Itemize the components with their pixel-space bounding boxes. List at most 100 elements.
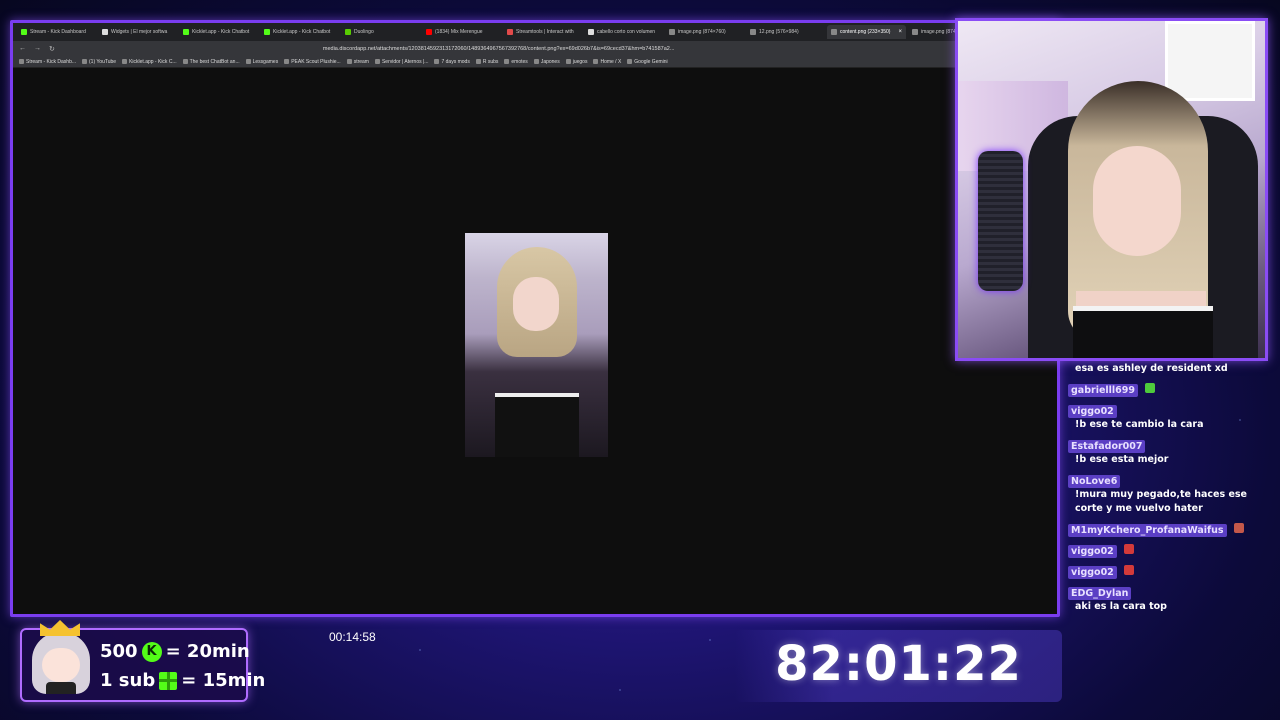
browser-tab[interactable]: 12.png (576×984): [746, 25, 825, 39]
chat-username[interactable]: viggo02: [1068, 566, 1117, 579]
gift-icon: [159, 671, 178, 690]
bookmarks-bar: Stream - Kick Dashb... (1) YouTube Kicklet…: [13, 56, 1057, 68]
forward-icon[interactable]: →: [34, 45, 41, 52]
bookmark-icon: [475, 59, 481, 64]
tab-favicon-icon: [912, 29, 918, 35]
bookmark-item[interactable]: Lessgames: [245, 58, 279, 65]
tab-strip: Stream - Kick Dashboard Widgets | El mejo…: [13, 23, 1057, 41]
bookmark-item[interactable]: Stream - Kick Dashb...: [19, 59, 76, 65]
avatar-body: [46, 682, 76, 694]
bookmark-icon: [82, 59, 88, 64]
address-bar: ← → ↻ media.discordapp.net/attachments/1…: [13, 41, 1057, 56]
bookmark-label: Japones: [540, 58, 560, 65]
bookmark-label: The best ChatBot an...: [189, 58, 240, 65]
bookmark-label: Home / X: [600, 58, 622, 65]
bookmark-item[interactable]: Home / X: [593, 59, 621, 65]
browser-tab[interactable]: cabello corto con volumen: [584, 25, 663, 39]
chat-username[interactable]: EDG_Dylan: [1068, 587, 1132, 600]
bookmark-label: stream: [353, 58, 369, 65]
bookmark-icon: [434, 59, 440, 64]
bookmark-item[interactable]: The best ChatBot an...: [182, 58, 240, 65]
browser-tab[interactable]: Streamtools | Interact with: [503, 25, 582, 39]
chat-message: EDG_Dylan aki es la cara top: [1068, 581, 1278, 614]
chat-panel: esa es ashley de resident xd gabrielll699…: [1068, 362, 1278, 692]
tab-favicon-icon: [507, 29, 513, 35]
tab-favicon-icon: [831, 29, 837, 35]
bookmark-item[interactable]: stream: [346, 58, 369, 65]
chat-username[interactable]: NoLove6: [1068, 475, 1121, 488]
subathon-countdown: 82:01:22: [775, 636, 1022, 692]
bookmark-item[interactable]: PEAK Scout Plushie...: [284, 59, 341, 65]
browser-tab[interactable]: image.png (874×760): [665, 25, 744, 39]
browser-tab[interactable]: Stream - Kick Dashboard: [17, 25, 96, 39]
bookmark-label: Lessgames: [252, 58, 279, 65]
chat-username[interactable]: M1myKchero_ProfanaWaifus: [1068, 524, 1227, 537]
bookmark-item[interactable]: Kicklet.app - Kick C...: [122, 59, 177, 65]
bookmark-icon: [346, 59, 352, 64]
bookmark-label: Kicklet.app - Kick C...: [129, 58, 177, 65]
chat-text: !mura muy pegado,te haces ese corte y me…: [1075, 489, 1247, 514]
streamer-avatar: [26, 620, 96, 702]
goal-line-kicks: 500 K = 20min: [100, 641, 250, 662]
microphone-icon: [978, 151, 1023, 291]
goal-kicks-result: = 20min: [165, 641, 250, 662]
chat-username[interactable]: viggo02: [1068, 545, 1117, 558]
webcam-window-blinds: [1165, 21, 1255, 101]
bookmark-item[interactable]: juegos: [565, 58, 588, 65]
chat-message: viggo02: [1068, 539, 1278, 558]
chat-text: aki es la cara top: [1075, 601, 1167, 612]
bookmark-icon: [19, 59, 24, 64]
goal-subs-result: = 15min: [181, 670, 266, 691]
browser-window: Stream - Kick Dashboard Widgets | El mejo…: [10, 20, 1060, 617]
bookmark-icon: [565, 59, 571, 64]
elapsed-timer: 00:14:58: [329, 630, 376, 644]
tab-favicon-icon: [102, 29, 108, 35]
chat-text: esa es ashley de resident xd: [1075, 363, 1228, 374]
browser-tab[interactable]: Kicklet.app - Kick Chatbot: [179, 25, 258, 39]
image-face: [513, 277, 559, 331]
bookmark-item[interactable]: Japones: [533, 58, 560, 65]
tab-label: (1834) Mix Merengue: [435, 29, 483, 35]
chat-message: viggo02 !b ese te cambio la cara: [1068, 399, 1278, 432]
browser-tab[interactable]: Widgets | El mejor softwa: [98, 25, 177, 39]
bookmark-item[interactable]: (1) YouTube: [82, 59, 116, 65]
bookmark-icon: [504, 59, 510, 64]
bookmark-item[interactable]: 7 days mods: [434, 58, 470, 65]
browser-tab[interactable]: content.png (233×350) ×: [827, 25, 906, 39]
bookmark-label: juegos: [572, 58, 588, 65]
chat-emote-icon: [1145, 383, 1155, 393]
bookmark-label: 7 days mods: [441, 58, 470, 65]
reload-icon[interactable]: ↻: [49, 45, 55, 53]
content-image: [465, 233, 608, 457]
bookmark-item[interactable]: Servidor | Aternos |...: [374, 59, 428, 65]
bookmark-item[interactable]: emotes: [504, 59, 528, 65]
tab-close-icon[interactable]: ×: [898, 29, 902, 35]
back-icon[interactable]: ←: [19, 45, 26, 52]
bookmark-icon: [593, 59, 599, 64]
chat-message: M1myKchero_ProfanaWaifus: [1068, 518, 1278, 537]
webcam-person-dress: [1073, 306, 1213, 358]
tab-label: Kicklet.app - Kick Chatbot: [273, 29, 331, 35]
bookmark-item[interactable]: R subs: [475, 59, 498, 65]
chat-username[interactable]: viggo02: [1068, 405, 1117, 418]
tab-label: image.png (874×760): [678, 29, 726, 35]
image-dress: [495, 393, 579, 457]
browser-tab[interactable]: Kicklet.app - Kick Chatbot: [260, 25, 339, 39]
tab-label: 12.png (576×984): [759, 29, 799, 35]
chat-message: viggo02: [1068, 560, 1278, 579]
bookmark-item[interactable]: Google Gemini: [627, 59, 668, 65]
webcam-feed: [955, 18, 1268, 361]
url-field[interactable]: media.discordapp.net/attachments/1203814…: [323, 46, 1051, 52]
chat-message: esa es ashley de resident xd: [1068, 362, 1278, 376]
bookmark-icon: [284, 59, 290, 64]
tab-label: cabello corto con volumen: [597, 29, 656, 35]
crown-icon: [40, 620, 80, 636]
chat-username[interactable]: gabrielll699: [1068, 384, 1138, 397]
chat-text: !b ese esta mejor: [1075, 454, 1169, 465]
browser-tab[interactable]: (1834) Mix Merengue: [422, 25, 501, 39]
tab-favicon-icon: [750, 29, 756, 35]
chat-username[interactable]: Estafador007: [1068, 440, 1146, 453]
goal-subs-amount: 1 sub: [100, 670, 156, 691]
browser-tab[interactable]: Duolingo: [341, 25, 420, 39]
kick-coin-icon: K: [141, 641, 162, 662]
